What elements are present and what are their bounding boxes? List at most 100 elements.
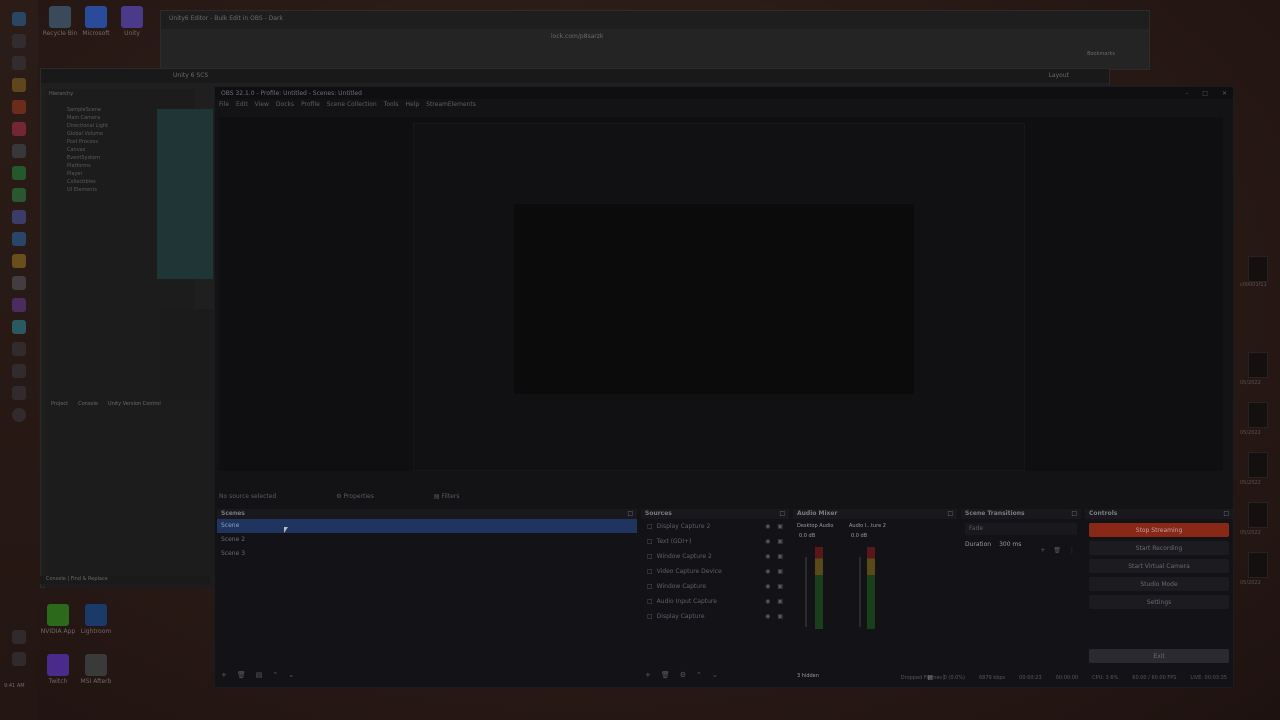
project-tab[interactable]: Project [51, 401, 68, 407]
source-item[interactable]: □ Display Capture ◉ ▣ [641, 609, 789, 624]
scene-item[interactable]: Scene 2 [217, 533, 637, 547]
app5-icon[interactable] [12, 364, 26, 378]
source-item[interactable]: □ Video Capture Device ◉ ▣ [641, 564, 789, 579]
browser-window[interactable]: Unity6 Editor - Bulk Edit in OBS - Dark … [160, 10, 1150, 70]
settings-icon[interactable] [12, 276, 26, 290]
menu-scene-collection[interactable]: Scene Collection [327, 101, 377, 109]
exit-button[interactable]: Exit [1089, 649, 1229, 663]
chrome-icon[interactable] [12, 188, 26, 202]
close-icon[interactable]: ✕ [1222, 90, 1227, 97]
desktop-file-thumb[interactable] [1248, 452, 1268, 478]
clock[interactable]: 9:41 AM [4, 683, 25, 689]
source-item[interactable]: □ Text (GDI+) ◉ ▣ [641, 534, 789, 549]
desktop-file-thumb[interactable] [1248, 502, 1268, 528]
start-recording-button[interactable]: Start Recording [1089, 541, 1229, 555]
preview-canvas[interactable] [219, 117, 1223, 471]
menu-view[interactable]: View [255, 101, 269, 109]
studio-mode-button[interactable]: Studio Mode [1089, 577, 1229, 591]
firefox-icon[interactable] [12, 100, 26, 114]
unity-layout[interactable]: Layout [1049, 72, 1069, 79]
undock-icon[interactable]: □ [627, 510, 633, 518]
desktop-file-thumb[interactable] [1248, 352, 1268, 378]
explorer-icon[interactable] [12, 78, 26, 92]
visibility-icon[interactable]: ◉ [765, 553, 770, 560]
minimize-icon[interactable]: – [1185, 90, 1188, 97]
browser-tab[interactable]: Unity6 Editor - Bulk Edit in OBS - Dark [161, 11, 1149, 29]
source-item[interactable]: □ Window Capture 2 ◉ ▣ [641, 549, 789, 564]
undock-icon[interactable]: □ [1223, 510, 1229, 518]
lock-icon[interactable]: ▣ [777, 568, 783, 575]
stop-streaming-button[interactable]: Stop Streaming [1089, 523, 1229, 537]
menu-docks[interactable]: Docks [276, 101, 294, 109]
msi-afterburner-icon [85, 654, 107, 676]
app2-icon[interactable] [12, 298, 26, 312]
app-icon[interactable] [12, 144, 26, 158]
desktop-file-thumb[interactable] [1248, 256, 1268, 282]
visibility-icon[interactable]: ◉ [765, 583, 770, 590]
source-item[interactable]: □ Audio Input Capture ◉ ▣ [641, 594, 789, 609]
visibility-icon[interactable]: ◉ [765, 598, 770, 605]
transition-select[interactable]: Fade [965, 523, 1077, 535]
menu-file[interactable]: File [219, 101, 229, 109]
volume-fader[interactable] [859, 557, 861, 627]
lock-icon[interactable]: ▣ [777, 583, 783, 590]
remove-transition-icon[interactable]: 🗑 [1053, 547, 1061, 554]
lock-icon[interactable]: ▣ [777, 538, 783, 545]
console-tab[interactable]: Console [78, 401, 98, 407]
lock-icon[interactable]: ▣ [777, 613, 783, 620]
desktop-icon-msi[interactable]: MSI Afterb [74, 654, 118, 685]
menu-help[interactable]: Help [405, 101, 419, 109]
undock-icon[interactable]: □ [1071, 510, 1077, 518]
mail-icon[interactable] [12, 232, 26, 246]
volume-icon[interactable] [12, 652, 26, 666]
lock-icon[interactable]: ▣ [777, 553, 783, 560]
scene-item[interactable]: Scene 3 [217, 547, 637, 561]
obs-icon[interactable] [12, 408, 26, 422]
properties-button[interactable]: ⚙ Properties [336, 493, 374, 500]
app3-icon[interactable] [12, 320, 26, 334]
visibility-icon[interactable]: ◉ [765, 568, 770, 575]
menu-streamelements[interactable]: StreamElements [426, 101, 476, 109]
bookmarks-label[interactable]: Bookmarks [1087, 51, 1115, 57]
desktop-icon-lightroom[interactable]: Lightroom [74, 604, 118, 635]
discord-icon[interactable] [12, 210, 26, 224]
search-icon[interactable] [12, 34, 26, 48]
spotify-icon[interactable] [12, 166, 26, 180]
notion-icon[interactable] [12, 122, 26, 136]
lock-icon[interactable]: ▣ [777, 523, 783, 530]
undock-icon[interactable]: □ [779, 510, 785, 518]
volume-fader[interactable] [805, 557, 807, 627]
settings-button[interactable]: Settings [1089, 595, 1229, 609]
task-view-icon[interactable] [12, 56, 26, 70]
filters-button[interactable]: ▤ Filters [434, 493, 460, 500]
desktop-file-thumb[interactable] [1248, 552, 1268, 578]
source-item[interactable]: □ Display Capture 2 ◉ ▣ [641, 519, 789, 534]
hierarchy-title[interactable]: Hierarchy [45, 89, 195, 99]
menu-tools[interactable]: Tools [384, 101, 399, 109]
desktop-file-thumb[interactable] [1248, 402, 1268, 428]
scene-view-strip[interactable] [157, 109, 213, 279]
menu-edit[interactable]: Edit [236, 101, 248, 109]
visibility-icon[interactable]: ◉ [765, 538, 770, 545]
start-icon[interactable] [12, 12, 26, 26]
source-item[interactable]: □ Window Capture ◉ ▣ [641, 579, 789, 594]
add-transition-icon[interactable]: + [1040, 547, 1045, 554]
unity-title[interactable]: Unity 6 SCS [173, 72, 208, 79]
visibility-icon[interactable]: ◉ [765, 523, 770, 530]
menu-profile[interactable]: Profile [301, 101, 320, 109]
desktop-icon-unity[interactable]: Unity [110, 6, 154, 37]
version-control-tab[interactable]: Unity Version Control [108, 401, 161, 407]
undock-icon[interactable]: □ [947, 510, 953, 518]
folder-icon[interactable] [12, 254, 26, 268]
app4-icon[interactable] [12, 342, 26, 356]
transition-options-icon[interactable]: ⋮ [1069, 547, 1075, 554]
scene-item[interactable]: Scene [217, 519, 637, 533]
address-bar[interactable]: lock.com/p8sarzk [551, 33, 603, 40]
maximize-icon[interactable]: □ [1202, 90, 1208, 97]
duration-input[interactable]: 300 ms [999, 541, 1021, 548]
network-icon[interactable] [12, 630, 26, 644]
lock-icon[interactable]: ▣ [777, 598, 783, 605]
app6-icon[interactable] [12, 386, 26, 400]
start-virtual-camera-button[interactable]: Start Virtual Camera [1089, 559, 1229, 573]
visibility-icon[interactable]: ◉ [765, 613, 770, 620]
